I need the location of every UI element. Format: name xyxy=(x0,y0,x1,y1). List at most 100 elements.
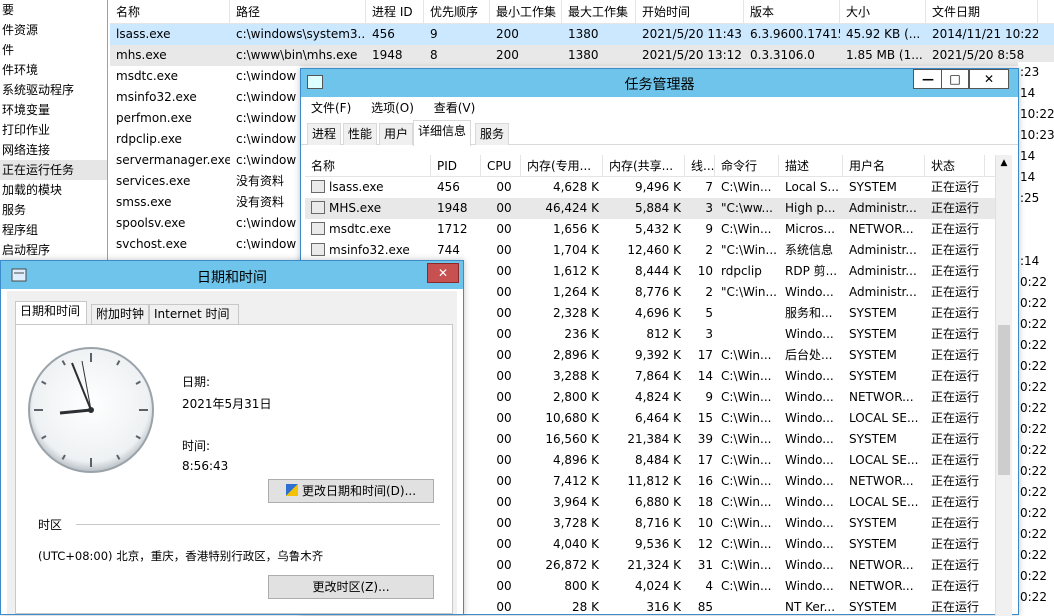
table-cell: 28 K xyxy=(572,600,599,614)
column-header[interactable]: 名称 xyxy=(110,0,230,23)
scroll-up-icon[interactable]: ▲ xyxy=(996,155,1012,172)
tab-details[interactable]: 详细信息 xyxy=(413,120,472,146)
table-cell: NETWOR... xyxy=(849,222,914,236)
tree-item[interactable]: 系统驱动程序 xyxy=(0,80,107,100)
date-fragment: :25 xyxy=(1020,191,1040,205)
table-cell: C:\Win... xyxy=(721,369,772,383)
table-row[interactable]: lsass.exe c:\windows\system3... 456 9 200 138… xyxy=(110,24,1054,45)
table-cell: Administr... xyxy=(849,243,917,257)
menu-file[interactable]: 文件(F) xyxy=(311,101,351,115)
tree-item[interactable]: 件 xyxy=(0,40,107,60)
datetime-titlebar[interactable]: 日期和时间 ✕ xyxy=(1,261,463,289)
column-header[interactable]: 路径 xyxy=(230,0,366,23)
column-header[interactable]: 开始时间 xyxy=(636,0,744,23)
table-cell: perfmon.exe xyxy=(116,111,192,125)
table-cell: 4,024 K xyxy=(634,579,681,593)
date-fragment: 0:22 xyxy=(1020,338,1047,352)
column-header[interactable]: 版本 xyxy=(744,0,840,23)
tree-item[interactable]: 服务 xyxy=(0,200,107,220)
column-header[interactable]: 内存(共享... xyxy=(603,155,685,176)
process-row[interactable]: msinfo32.exe 744 00 1,704 K 12,460 K 2 "C:\Win… xyxy=(305,240,995,261)
table-cell: 85 xyxy=(697,600,713,614)
tree-item[interactable]: 正在运行任务 xyxy=(0,160,107,180)
tab-internet-time[interactable]: Internet 时间 xyxy=(149,304,239,325)
tree-item[interactable]: 加载的模块 xyxy=(0,180,107,200)
table-cell: 8,444 K xyxy=(634,264,681,278)
tab-date-time[interactable]: 日期和时间 xyxy=(15,301,87,325)
tab-performance[interactable]: 性能 xyxy=(343,123,378,145)
table-cell: C:\Win... xyxy=(721,579,772,593)
table-cell: High p... xyxy=(785,201,836,215)
tree-item[interactable]: 启动程序 xyxy=(0,240,107,260)
tree-item[interactable]: 要 xyxy=(0,0,107,20)
tab-additional-clocks[interactable]: 附加时钟 xyxy=(91,304,149,325)
table-cell: 316 K xyxy=(646,600,681,614)
table-cell: 正在运行 xyxy=(931,516,980,530)
table-cell xyxy=(715,303,779,324)
table-cell: 17 xyxy=(697,348,713,362)
process-row[interactable]: msdtc.exe 1712 00 1,656 K 5,432 K 9 C:\Win... M… xyxy=(305,219,995,240)
tree-item[interactable]: 打印作业 xyxy=(0,120,107,140)
tab-processes[interactable]: 进程 xyxy=(307,123,342,145)
table-cell: 00 xyxy=(496,516,512,530)
tree-item[interactable]: 件环境 xyxy=(0,60,107,80)
date-label: 日期: xyxy=(182,375,211,389)
tree-item[interactable]: 网络连接 xyxy=(0,140,107,160)
column-header[interactable]: 命令行 xyxy=(715,155,779,176)
table-cell: 16,560 K xyxy=(545,432,599,446)
menu-options[interactable]: 选项(O) xyxy=(371,101,414,115)
scroll-thumb[interactable] xyxy=(998,325,1010,475)
change-timezone-button[interactable]: 更改时区(Z)... xyxy=(268,575,434,599)
table-cell: C:\Win... xyxy=(721,537,772,551)
column-header[interactable]: PID xyxy=(431,155,481,176)
tree-item[interactable]: 程序组 xyxy=(0,220,107,240)
table-cell: 00 xyxy=(496,537,512,551)
column-header[interactable]: CPU xyxy=(481,155,521,176)
column-header[interactable]: 用户名 xyxy=(843,155,925,176)
table-cell: 31 xyxy=(697,558,713,572)
dialog-close-button[interactable]: ✕ xyxy=(427,263,459,283)
maximize-button[interactable]: □ xyxy=(941,69,969,89)
table-cell: 3,288 K xyxy=(552,369,599,383)
tree-item[interactable]: 环境变量 xyxy=(0,100,107,120)
process-row[interactable]: lsass.exe 456 00 4,628 K 9,496 K 7 C:\Win... Lo… xyxy=(305,177,995,198)
table-cell: C:\Win... xyxy=(721,495,772,509)
column-header[interactable]: 文件日期 xyxy=(926,0,1038,23)
vertical-scrollbar[interactable]: ▲ xyxy=(995,155,1012,616)
table-cell: C:\Win... xyxy=(721,453,772,467)
column-header[interactable]: 描述 xyxy=(779,155,843,176)
table-cell: 3 xyxy=(705,327,713,341)
tab-users[interactable]: 用户 xyxy=(379,123,414,145)
column-header[interactable]: 进程 ID xyxy=(366,0,424,23)
table-row[interactable]: mhs.exe c:\www\bin\mhs.exe 1948 8 200 1380 202… xyxy=(110,45,1054,66)
date-fragment: 0:22 xyxy=(1020,317,1047,331)
table-cell: 6.3.9600.17415 xyxy=(750,27,840,41)
column-header[interactable]: 内存(专用... xyxy=(521,155,603,176)
table-cell: "C:\Win... xyxy=(721,285,777,299)
column-header[interactable]: 线... xyxy=(685,155,715,176)
column-header[interactable]: 最小工作集 xyxy=(490,0,562,23)
tree-item[interactable]: 件资源 xyxy=(0,20,107,40)
table-cell: Windo... xyxy=(785,411,834,425)
minimize-button[interactable]: — xyxy=(913,69,943,89)
date-fragment: 0:22 xyxy=(1020,296,1047,310)
table-cell: Windo... xyxy=(785,516,834,530)
table-cell: 00 xyxy=(496,180,512,194)
process-row[interactable]: MHS.exe 1948 00 46,424 K 5,884 K 3 "C:\ww... Hi… xyxy=(305,198,995,219)
tab-services[interactable]: 服务 xyxy=(475,123,510,145)
table-cell: 00 xyxy=(496,285,512,299)
menu-view[interactable]: 查看(V) xyxy=(434,101,476,115)
change-datetime-label: 更改日期和时间(D)... xyxy=(301,484,417,498)
column-header[interactable]: 优先顺序 xyxy=(424,0,490,23)
column-header[interactable]: 状态 xyxy=(925,155,985,176)
table-cell: c:\www\bin\mhs.exe xyxy=(236,48,358,62)
column-header[interactable]: 最大工作集 xyxy=(562,0,636,23)
table-cell: 正在运行 xyxy=(931,327,980,341)
table-cell: 812 K xyxy=(646,327,681,341)
column-header[interactable]: 大小 xyxy=(840,0,926,23)
column-header[interactable]: 名称 xyxy=(305,155,431,176)
change-datetime-button[interactable]: 更改日期和时间(D)... xyxy=(268,479,434,503)
task-manager-titlebar[interactable]: 任务管理器 — □ ✕ xyxy=(301,69,1018,97)
close-button[interactable]: ✕ xyxy=(969,69,1009,89)
table-cell: 4,040 K xyxy=(552,537,599,551)
